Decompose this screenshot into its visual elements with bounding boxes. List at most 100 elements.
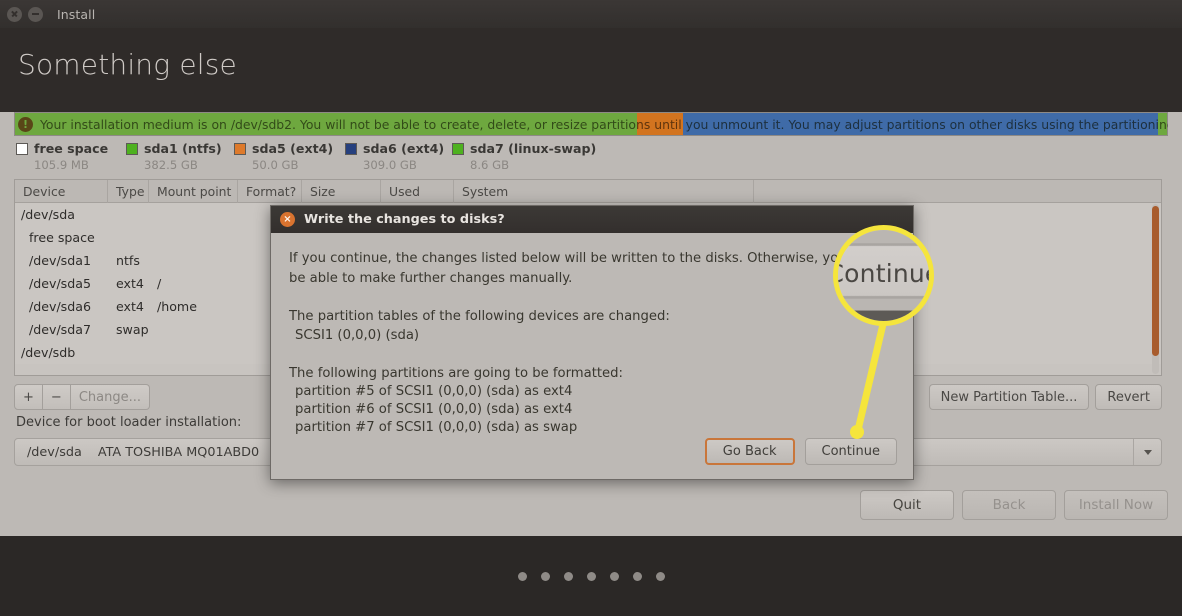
window-title: Install xyxy=(57,6,96,22)
cell-device: /dev/sda1 xyxy=(29,253,91,268)
legend-swatch-icon xyxy=(16,142,28,155)
page-footer xyxy=(0,536,1182,616)
column-header-size[interactable]: Size xyxy=(302,179,381,203)
bootloader-label: Device for boot loader installation: xyxy=(16,415,242,430)
partition-edit-buttons: + − Change... xyxy=(14,384,150,410)
bootloader-device-description: ATA TOSHIBA MQ01ABD0 xyxy=(97,444,260,460)
cell-type: ext4 xyxy=(116,299,144,314)
legend-item: sda7 (linux-swap) 8.6 GB xyxy=(452,140,602,172)
dialog-buttons: Go Back Continue xyxy=(704,438,897,465)
column-header-type[interactable]: Type xyxy=(108,179,149,203)
legend-label: free space xyxy=(34,141,109,156)
column-header-mount-point[interactable]: Mount point xyxy=(149,179,238,203)
legend-label: sda1 (ntfs) xyxy=(144,141,222,156)
install-now-button[interactable]: Install Now xyxy=(1064,490,1168,520)
legend-size: 382.5 GB xyxy=(144,158,198,172)
legend-swatch-icon xyxy=(452,142,464,155)
legend-size: 105.9 MB xyxy=(34,158,89,172)
revert-button[interactable]: Revert xyxy=(1095,384,1162,410)
new-partition-table-button[interactable]: New Partition Table... xyxy=(928,384,1090,410)
column-header-used[interactable]: Used xyxy=(381,179,454,203)
cell-type xyxy=(108,341,149,364)
legend-item: free space 105.9 MB xyxy=(16,140,126,172)
cell-mount-point xyxy=(149,341,238,364)
window-close-icon[interactable] xyxy=(7,6,22,22)
partition-table-buttons: New Partition Table... Revert xyxy=(928,384,1162,410)
dialog-body: If you continue, the changes listed belo… xyxy=(271,233,913,437)
quit-button[interactable]: Quit xyxy=(860,490,954,520)
partition-table-header: Device Type Mount point Format? Size Used Syst… xyxy=(15,179,1161,203)
cell-type: ext4 xyxy=(116,276,144,291)
bootloader-device-value: /dev/sda xyxy=(27,444,82,460)
legend-swatch-icon xyxy=(345,142,357,155)
cell-type: ntfs xyxy=(116,253,140,268)
chevron-down-icon[interactable] xyxy=(1133,439,1161,465)
progress-dot xyxy=(586,572,596,581)
cell-mount-point: / xyxy=(157,276,162,291)
column-header-format[interactable]: Format? xyxy=(238,179,302,203)
dialog-paragraph-2: The partition tables of the following de… xyxy=(289,309,670,324)
progress-dot xyxy=(632,572,642,581)
dialog-partition-item: partition #5 of SCSI1 (0,0,0) (sda) as e… xyxy=(295,384,573,399)
cell-type xyxy=(108,226,149,249)
cell-device: /dev/sda5 xyxy=(29,276,91,291)
progress-dot xyxy=(655,572,665,581)
warning-text: Your installation medium is on /dev/sdb2… xyxy=(40,116,1168,132)
cell-mount-point xyxy=(149,203,238,226)
legend-swatch-icon xyxy=(126,142,138,155)
cell-device: /dev/sda xyxy=(21,207,75,222)
progress-dot xyxy=(540,572,550,581)
column-header-system[interactable]: System xyxy=(454,179,754,203)
write-changes-dialog: × Write the changes to disks? If you con… xyxy=(270,205,914,480)
cell-device: /dev/sdb xyxy=(21,345,76,360)
dialog-partition-item: partition #6 of SCSI1 (0,0,0) (sda) as e… xyxy=(295,402,573,417)
installation-medium-warning: ! Your installation medium is on /dev/sd… xyxy=(14,113,1168,135)
dialog-close-icon[interactable]: × xyxy=(280,212,295,227)
go-back-button[interactable]: Go Back xyxy=(704,438,795,465)
change-partition-button[interactable]: Change... xyxy=(70,384,150,410)
add-partition-button[interactable]: + xyxy=(14,384,43,410)
installer-window: Install Something else ! Your installati… xyxy=(0,0,1182,616)
cell-mount-point: /home xyxy=(157,299,197,314)
partition-legend: free space 105.9 MB sda1 (ntfs) 382.5 GB sda… xyxy=(16,140,602,172)
progress-dots xyxy=(0,572,1182,581)
column-header-device[interactable]: Device xyxy=(15,179,108,203)
legend-size: 8.6 GB xyxy=(470,158,510,172)
cell-mount-point xyxy=(149,249,238,272)
continue-button[interactable]: Continue xyxy=(804,438,897,465)
dialog-partition-item: partition #7 of SCSI1 (0,0,0) (sda) as s… xyxy=(295,420,578,435)
legend-item: sda1 (ntfs) 382.5 GB xyxy=(126,140,234,172)
dialog-title: Write the changes to disks? xyxy=(304,212,505,227)
cell-mount-point xyxy=(149,318,238,341)
legend-label: sda7 (linux-swap) xyxy=(470,141,597,156)
dialog-partition-list: partition #5 of SCSI1 (0,0,0) (sda) as e… xyxy=(289,383,895,437)
legend-size: 50.0 GB xyxy=(252,158,299,172)
wizard-nav-buttons: Quit Back Install Now xyxy=(860,490,1168,520)
back-button[interactable]: Back xyxy=(962,490,1056,520)
cell-device: /dev/sda7 xyxy=(29,322,91,337)
table-scrollbar-thumb[interactable] xyxy=(1152,206,1159,356)
cell-type: swap xyxy=(116,322,149,337)
title-bar: Install xyxy=(0,0,1182,28)
legend-item: sda5 (ext4) 50.0 GB xyxy=(234,140,345,172)
remove-partition-button[interactable]: − xyxy=(42,384,71,410)
dialog-paragraph-1: If you continue, the changes listed belo… xyxy=(289,251,873,286)
dialog-device-list: SCSI1 (0,0,0) (sda) xyxy=(289,327,895,345)
cell-device: free space xyxy=(29,230,95,245)
cell-mount-point xyxy=(149,226,238,249)
page-header: Something else xyxy=(0,28,1182,112)
dialog-device-item: SCSI1 (0,0,0) (sda) xyxy=(295,327,420,343)
magnifier-callout: Continue xyxy=(833,225,934,326)
legend-size: 309.0 GB xyxy=(363,158,417,172)
legend-item: sda6 (ext4) 309.0 GB xyxy=(345,140,452,172)
window-minimize-icon[interactable] xyxy=(28,6,43,22)
page-title: Something else xyxy=(18,48,237,81)
cell-type xyxy=(108,203,149,226)
legend-label: sda6 (ext4) xyxy=(363,141,445,156)
legend-label: sda5 (ext4) xyxy=(252,141,334,156)
progress-dot xyxy=(563,572,573,581)
cell-device: /dev/sda6 xyxy=(29,299,91,314)
magnifier-label: Continue xyxy=(838,259,929,288)
magnifier-content: Continue xyxy=(838,230,929,321)
warning-icon: ! xyxy=(18,116,33,132)
